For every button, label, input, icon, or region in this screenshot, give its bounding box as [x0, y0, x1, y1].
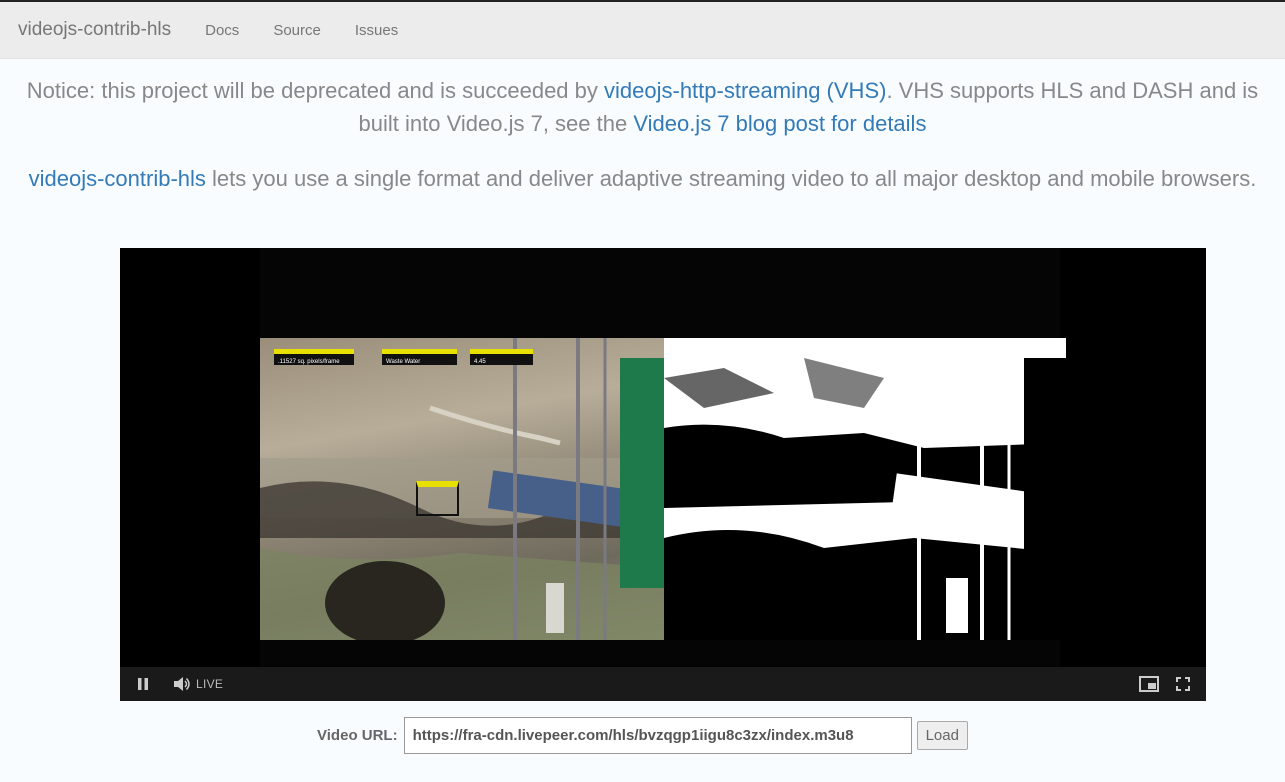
video-control-bar: LIVE	[120, 667, 1206, 701]
video-player[interactable]: .11527 sq. pixels/frame Waste Water 4.45	[120, 248, 1206, 701]
url-loader: Video URL: Load	[0, 717, 1285, 754]
picture-in-picture-button[interactable]	[1132, 667, 1166, 701]
pause-icon	[138, 678, 148, 690]
overlay-tag-value: Waste Water	[386, 359, 421, 365]
overlay-tag-value: .11527 sq. pixels/frame	[278, 359, 340, 365]
video-frame-camera-view: .11527 sq. pixels/frame Waste Water 4.45	[260, 338, 664, 640]
fullscreen-button[interactable]	[1166, 667, 1200, 701]
brand-title[interactable]: videojs-contrib-hls	[18, 19, 171, 41]
video-frame-threshold-view	[664, 338, 1066, 640]
overlay-tag-turbidity: 4.45	[470, 349, 533, 365]
camera-scene	[260, 338, 664, 640]
description-text: lets you use a single format and deliver…	[205, 166, 1257, 191]
roi-box	[416, 481, 459, 516]
pause-button[interactable]	[126, 667, 160, 701]
fullscreen-icon	[1176, 677, 1190, 691]
video-url-input[interactable]	[403, 717, 912, 754]
overlay-tag-flow-rate: .11527 sq. pixels/frame	[274, 349, 354, 365]
blog-post-link[interactable]: Video.js 7 blog post for details	[633, 111, 926, 136]
picture-in-picture-icon	[1139, 676, 1159, 692]
nav-link-issues[interactable]: Issues	[355, 22, 398, 39]
nav-link-docs[interactable]: Docs	[205, 22, 239, 39]
project-link[interactable]: videojs-contrib-hls	[29, 166, 206, 191]
vhs-link[interactable]: videojs-http-streaming (VHS)	[604, 78, 886, 103]
overlay-tag-value: 4.45	[474, 359, 486, 365]
notice-prefix: Notice: this project will be deprecated …	[26, 78, 605, 103]
deprecation-notice: Notice: this project will be deprecated …	[20, 74, 1265, 140]
nav-link-source[interactable]: Source	[273, 22, 321, 39]
overlay-tag-classification: Waste Water	[382, 349, 457, 365]
video-url-label: Video URL:	[317, 727, 398, 744]
load-button[interactable]: Load	[916, 721, 968, 750]
mute-button[interactable]	[170, 667, 194, 701]
live-indicator: LIVE	[196, 677, 224, 691]
navbar: videojs-contrib-hls Docs Source Issues	[0, 2, 1285, 59]
volume-icon	[174, 677, 190, 691]
threshold-scene	[664, 338, 1066, 640]
project-description: videojs-contrib-hls lets you use a singl…	[10, 162, 1275, 195]
